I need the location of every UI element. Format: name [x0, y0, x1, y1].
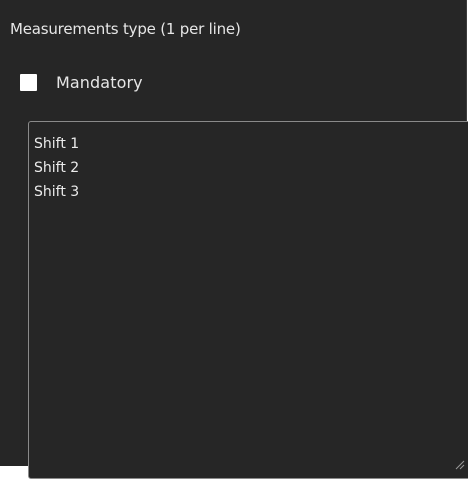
measurement-line: Shift 1: [34, 136, 80, 152]
mandatory-checkbox-row[interactable]: Mandatory: [20, 70, 143, 94]
mandatory-checkbox[interactable]: [20, 73, 37, 91]
mandatory-label[interactable]: Mandatory: [56, 73, 143, 92]
measurements-type-label: Measurements type (1 per line): [10, 20, 241, 38]
measurement-line: Shift 2: [34, 160, 80, 176]
resize-grip-icon[interactable]: [453, 458, 465, 470]
measurement-line: Shift 3: [34, 184, 80, 200]
measurements-textarea[interactable]: Shift 1 Shift 2 Shift 3: [28, 121, 468, 479]
